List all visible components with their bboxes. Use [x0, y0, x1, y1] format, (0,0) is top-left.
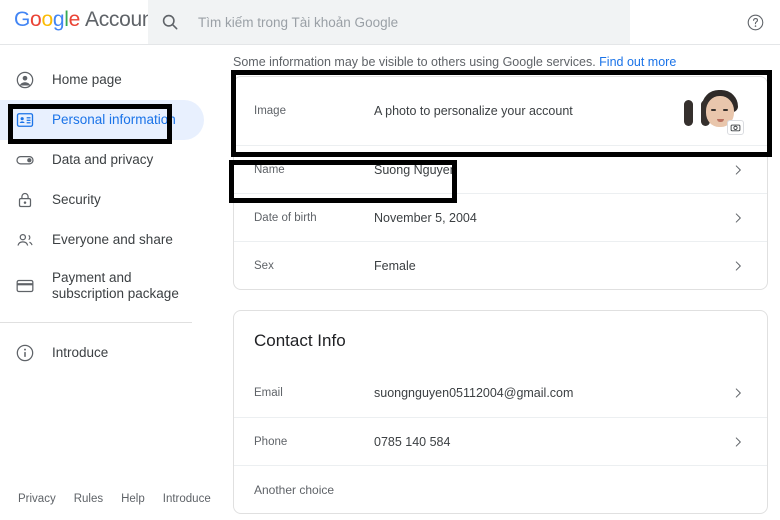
row-key: Email — [254, 387, 283, 399]
privacy-notice: Some information may be visible to other… — [233, 55, 780, 69]
row-date-of-birth[interactable]: Date of birth November 5, 2004 — [234, 193, 767, 241]
row-email[interactable]: Email suongnguyen05112004@gmail.com — [234, 369, 767, 417]
sidebar-item-label: Security — [52, 192, 101, 207]
sidebar-item-personal-information[interactable]: Personal information — [0, 100, 204, 140]
sidebar-item-label: Home page — [52, 72, 122, 87]
row-key: Name — [254, 163, 285, 176]
sidebar-nav: Home page Personal information Data and … — [0, 46, 218, 520]
help-circle-icon[interactable] — [742, 9, 768, 35]
info-circle-icon — [14, 342, 36, 364]
another-choice-label: Another choice — [254, 482, 335, 497]
sidebar-item-home-page[interactable]: Home page — [0, 60, 204, 100]
row-key: Sex — [254, 259, 274, 272]
chevron-right-icon[interactable] — [731, 435, 745, 449]
contact-info-title: Contact Info — [254, 331, 346, 350]
sidebar-item-label: Introduce — [52, 345, 109, 360]
sidebar-item-payment-and-subscription-package[interactable]: Payment and subscription package — [0, 260, 204, 312]
camera-badge-icon[interactable] — [727, 120, 744, 135]
chevron-right-icon[interactable] — [731, 163, 745, 177]
account-circle-icon — [14, 69, 36, 91]
google-logo-letter: G — [14, 8, 31, 31]
row-sex[interactable]: Sex Female — [234, 241, 767, 289]
brand-logo[interactable]: Google Account — [14, 8, 159, 32]
people-icon — [14, 229, 36, 251]
sidebar-item-security[interactable]: Security — [0, 180, 204, 220]
row-key: Date of birth — [254, 211, 317, 224]
google-logo-letter: o — [30, 8, 42, 31]
badge-id-card-icon — [14, 109, 36, 131]
footer-link-rules[interactable]: Rules — [74, 493, 103, 505]
row-image[interactable]: Image A photo to personalize your accoun… — [234, 77, 767, 145]
contact-info-card: Contact Info Email suongnguyen05112004@g… — [233, 310, 768, 514]
google-logo-letter: o — [41, 8, 53, 31]
row-value: Suong Nguyen — [374, 162, 457, 177]
sidebar-item-label: Payment and subscription package — [52, 270, 179, 301]
footer-link-help[interactable]: Help — [121, 493, 145, 505]
avatar[interactable] — [684, 88, 744, 135]
google-logo-letter: e — [68, 8, 81, 31]
credit-card-icon — [14, 275, 36, 297]
sidebar-divider — [0, 322, 192, 323]
row-value: Female — [374, 258, 416, 273]
footer-link-privacy[interactable]: Privacy — [18, 493, 56, 505]
app-header: Google Account — [0, 0, 780, 45]
sidebar-item-label: Everyone and share — [52, 232, 173, 247]
google-account-page: Google Account Tìm kiếm trong Tài khoản … — [0, 0, 780, 520]
chevron-right-icon[interactable] — [731, 211, 745, 225]
row-key: Phone — [254, 435, 288, 448]
row-name[interactable]: Name Suong Nguyen — [234, 145, 767, 193]
lock-icon — [14, 189, 36, 211]
row-value: November 5, 2004 — [374, 210, 477, 225]
find-out-more-link[interactable]: Find out more — [599, 55, 676, 69]
basic-info-card: Image A photo to personalize your accoun… — [233, 76, 768, 290]
google-logo-letter: g — [52, 8, 65, 31]
sidebar-item-label: Personal information — [52, 112, 176, 127]
privacy-notice-text: Some information may be visible to other… — [233, 55, 596, 69]
row-phone[interactable]: Phone 0785 140 584 — [234, 417, 767, 465]
google-wordmark: Google — [14, 8, 80, 32]
sidebar-item-data-and-privacy[interactable]: Data and privacy — [0, 140, 204, 180]
sidebar-item-everyone-and-share[interactable]: Everyone and share — [0, 220, 204, 260]
row-value: A photo to personalize your account — [374, 104, 573, 118]
sidebar-item-introduce[interactable]: Introduce — [0, 333, 204, 373]
row-value: 0785 140 584 — [374, 434, 451, 449]
search-icon — [160, 12, 180, 32]
main-content: Some information may be visible to other… — [218, 46, 780, 520]
sidebar-item-label: Data and privacy — [52, 152, 154, 167]
row-another-choice[interactable]: Another choice — [234, 465, 767, 513]
search-bar[interactable] — [148, 0, 630, 44]
search-input[interactable] — [198, 14, 598, 30]
row-value: suongnguyen05112004@gmail.com — [374, 386, 574, 400]
row-key: Image — [254, 105, 286, 117]
chevron-right-icon[interactable] — [731, 386, 745, 400]
footer-links: Privacy Rules Help Introduce — [18, 493, 211, 505]
footer-link-introduce[interactable]: Introduce — [163, 493, 211, 505]
chevron-right-icon[interactable] — [731, 259, 745, 273]
toggle-switch-icon — [14, 149, 36, 171]
